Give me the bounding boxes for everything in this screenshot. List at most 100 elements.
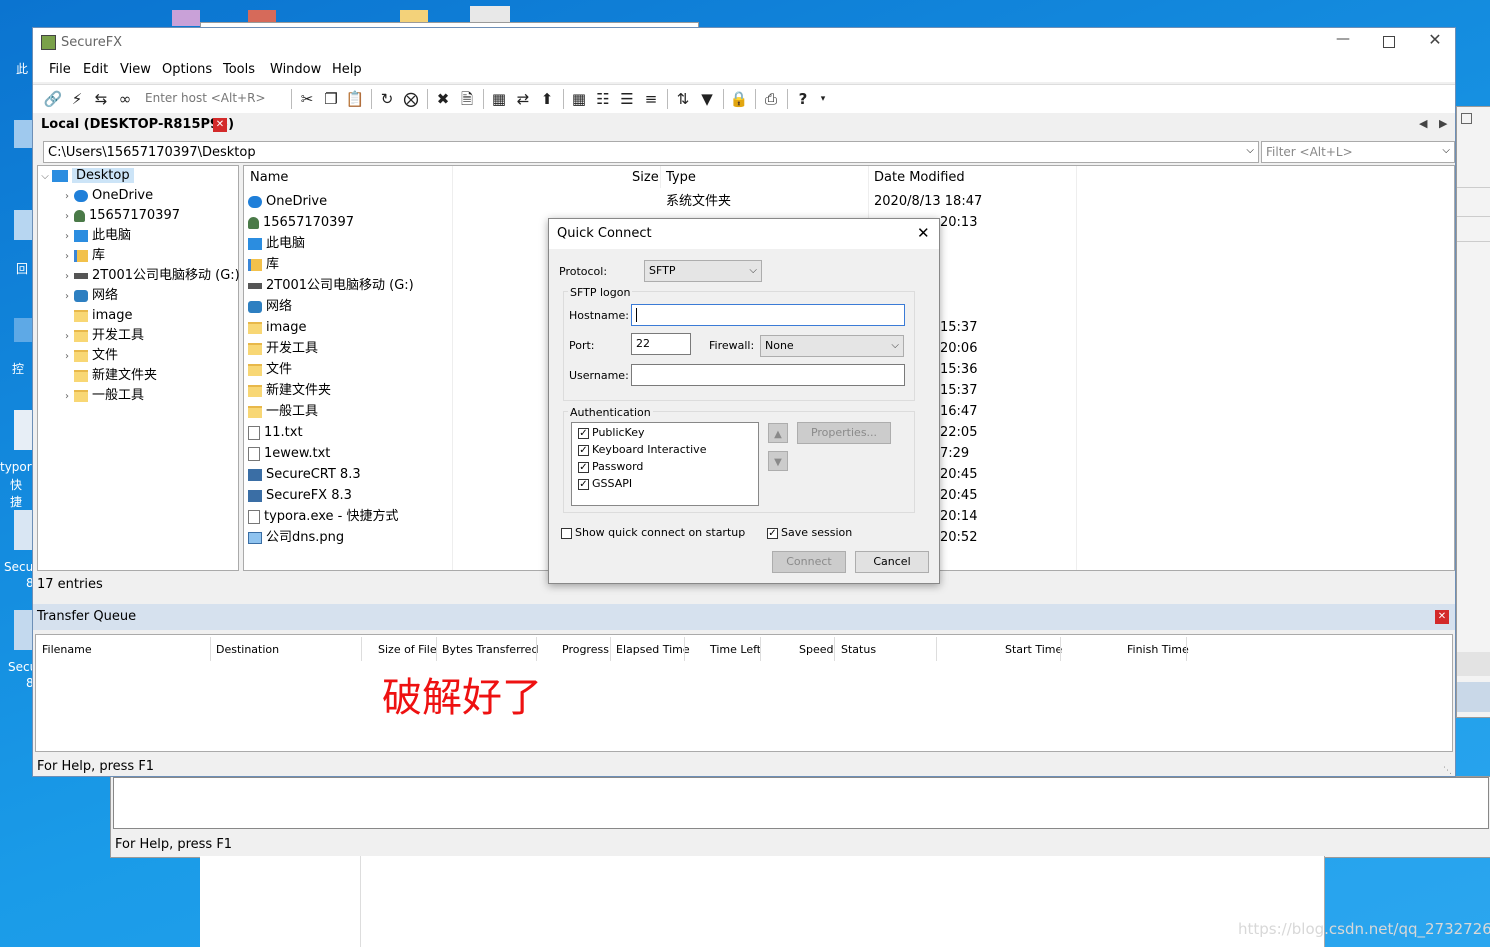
file-row[interactable]: 开发工具 [248,338,318,359]
chevron-down-icon[interactable]: ⌵ [1246,145,1254,156]
desktop-icon-control[interactable] [14,318,32,342]
checkbox-checked-icon[interactable]: ✓ [578,427,589,439]
file-row[interactable]: 11.txt [248,422,303,443]
desktop-icon-bin[interactable] [14,210,32,240]
column-name[interactable]: Name [250,170,288,185]
tree-item-this-pc[interactable]: › 此电脑 [60,226,131,246]
save-session-checkbox[interactable]: ✓ Save session [767,526,852,539]
desktop-label-4[interactable]: typor [0,460,32,474]
help-icon[interactable]: ? [793,89,813,109]
column-size[interactable]: Size [632,170,659,185]
maximize-button[interactable] [1377,31,1401,53]
menu-options[interactable]: Options [162,62,212,77]
file-row[interactable]: image [248,317,307,338]
desktop-icon-securefx[interactable] [14,610,32,650]
desktop-icon-securecrt[interactable] [14,510,32,550]
move-up-button[interactable]: ▲ [768,423,788,443]
tree-item-image[interactable]: image [60,306,133,326]
menu-file[interactable]: File [49,62,71,77]
transfer-icon[interactable]: ⇅ [673,89,693,109]
menu-help[interactable]: Help [332,62,362,77]
chevron-right-icon[interactable]: › [60,207,74,227]
chevron-right-icon[interactable]: › [60,247,74,267]
tq-col-start-time[interactable]: Start Time [1005,643,1062,656]
file-row[interactable]: 此电脑 [248,233,305,254]
chevron-down-icon[interactable]: ⌵ [38,167,52,187]
file-row[interactable]: SecureCRT 8.3 [248,464,361,485]
desktop-label-6[interactable]: Secu [4,560,33,574]
print-icon[interactable]: ⎙ [761,89,781,109]
chevron-right-icon[interactable]: › [60,227,74,247]
username-input[interactable] [631,364,905,386]
filter-icon[interactable]: ▼ [697,89,717,109]
cut-icon[interactable]: ✂ [297,89,317,109]
desktop-label-2[interactable]: 回 [16,260,28,277]
small-icons-view-icon[interactable]: ☷ [593,89,613,109]
auth-item-password[interactable]: ✓ Password [578,460,643,473]
dialog-close-icon[interactable]: ✕ [917,224,930,242]
chevron-right-icon[interactable]: › [60,347,74,367]
disconnect-icon[interactable]: ∞ [115,89,135,109]
connect-button[interactable]: Connect [772,551,846,573]
auth-item-publickey[interactable]: ✓ PublicKey [578,426,645,439]
tree-item-new-folder[interactable]: 新建文件夹 [60,366,157,386]
resize-grip-icon[interactable]: ⋱ [1443,766,1452,776]
chevron-right-icon[interactable]: › [60,327,74,347]
chevron-right-icon[interactable]: › [60,387,74,407]
chevron-right-icon[interactable]: › [60,287,74,307]
tree-item-user[interactable]: › 15657170397 [60,206,180,226]
tq-col-progress[interactable]: Progress [562,643,609,656]
tree-item-drive[interactable]: › 2T001公司电脑移动 (G:) [60,266,240,286]
show-on-startup-checkbox[interactable]: Show quick connect on startup [561,526,745,539]
auth-item-keyboard-interactive[interactable]: ✓ Keyboard Interactive [578,443,706,456]
host-input[interactable]: Enter host <Alt+R> [145,91,285,105]
delete-icon[interactable]: ✖ [433,89,453,109]
chevron-right-icon[interactable]: › [60,267,74,287]
help-dropdown-icon[interactable]: ▾ [813,89,833,109]
filter-input[interactable]: Filter <Alt+L> ⌵ [1261,141,1455,163]
close-transfer-queue-icon[interactable]: ✕ [1435,610,1449,624]
stop-icon[interactable]: ⨂ [401,89,421,109]
properties-icon[interactable]: 🗎 [457,89,477,109]
properties-button[interactable]: Properties... [797,422,891,444]
connect-icon[interactable]: 🔗 [43,89,63,109]
file-row[interactable]: 网络 [248,296,292,317]
file-row[interactable]: 文件 [248,359,292,380]
tree-item-desktop[interactable]: ⌵ Desktop [38,166,238,186]
local-pane-title[interactable]: Local (DESKTOP-R815P95) [41,117,234,132]
desktop-label-3[interactable]: 控 [12,360,24,377]
tree-item-network[interactable]: › 网络 [60,286,118,306]
file-row[interactable]: 公司dns.png [248,527,344,548]
desktop-icon-recycle[interactable] [14,120,32,148]
tab-scroll-left-icon[interactable]: ◀ [1419,117,1427,130]
close-pane-icon[interactable]: ✕ [213,118,227,132]
file-row[interactable]: 15657170397 [248,212,354,233]
minimize-button[interactable]: — [1331,31,1355,53]
bg-right-box[interactable] [1461,113,1472,124]
tree-item-onedrive[interactable]: › OneDrive [60,186,153,206]
firewall-select[interactable]: None ⌵ [760,335,904,357]
desktop-icon-typora[interactable] [14,410,32,450]
tq-col-speed[interactable]: Speed [799,643,833,656]
menu-tools[interactable]: Tools [223,62,255,77]
cancel-button[interactable]: Cancel [855,551,929,573]
tq-col-elapsed[interactable]: Elapsed Time [616,643,690,656]
list-view-icon[interactable]: ☰ [617,89,637,109]
checkbox-checked-icon[interactable]: ✓ [767,527,778,539]
tree-item-files[interactable]: › 文件 [60,346,118,366]
tq-col-bytes[interactable]: Bytes Transferred [442,643,538,656]
file-row[interactable]: 新建文件夹 [248,380,331,401]
file-row[interactable]: SecureFX 8.3 [248,485,352,506]
file-row[interactable]: 库 [248,254,279,275]
auth-item-gssapi[interactable]: ✓ GSSAPI [578,477,632,490]
desktop-top-icon-1[interactable] [172,10,200,26]
chevron-right-icon[interactable]: › [60,187,74,207]
move-down-button[interactable]: ▼ [768,451,788,471]
close-button[interactable]: ✕ [1423,30,1447,52]
chevron-down-icon[interactable]: ⌵ [1442,145,1450,156]
reconnect-icon[interactable]: ⇆ [91,89,111,109]
tq-col-size[interactable]: Size of File [378,643,437,656]
large-icons-view-icon[interactable]: ▦ [569,89,589,109]
tree-item-general-tools[interactable]: › 一般工具 [60,386,144,406]
refresh-icon[interactable]: ↻ [377,89,397,109]
